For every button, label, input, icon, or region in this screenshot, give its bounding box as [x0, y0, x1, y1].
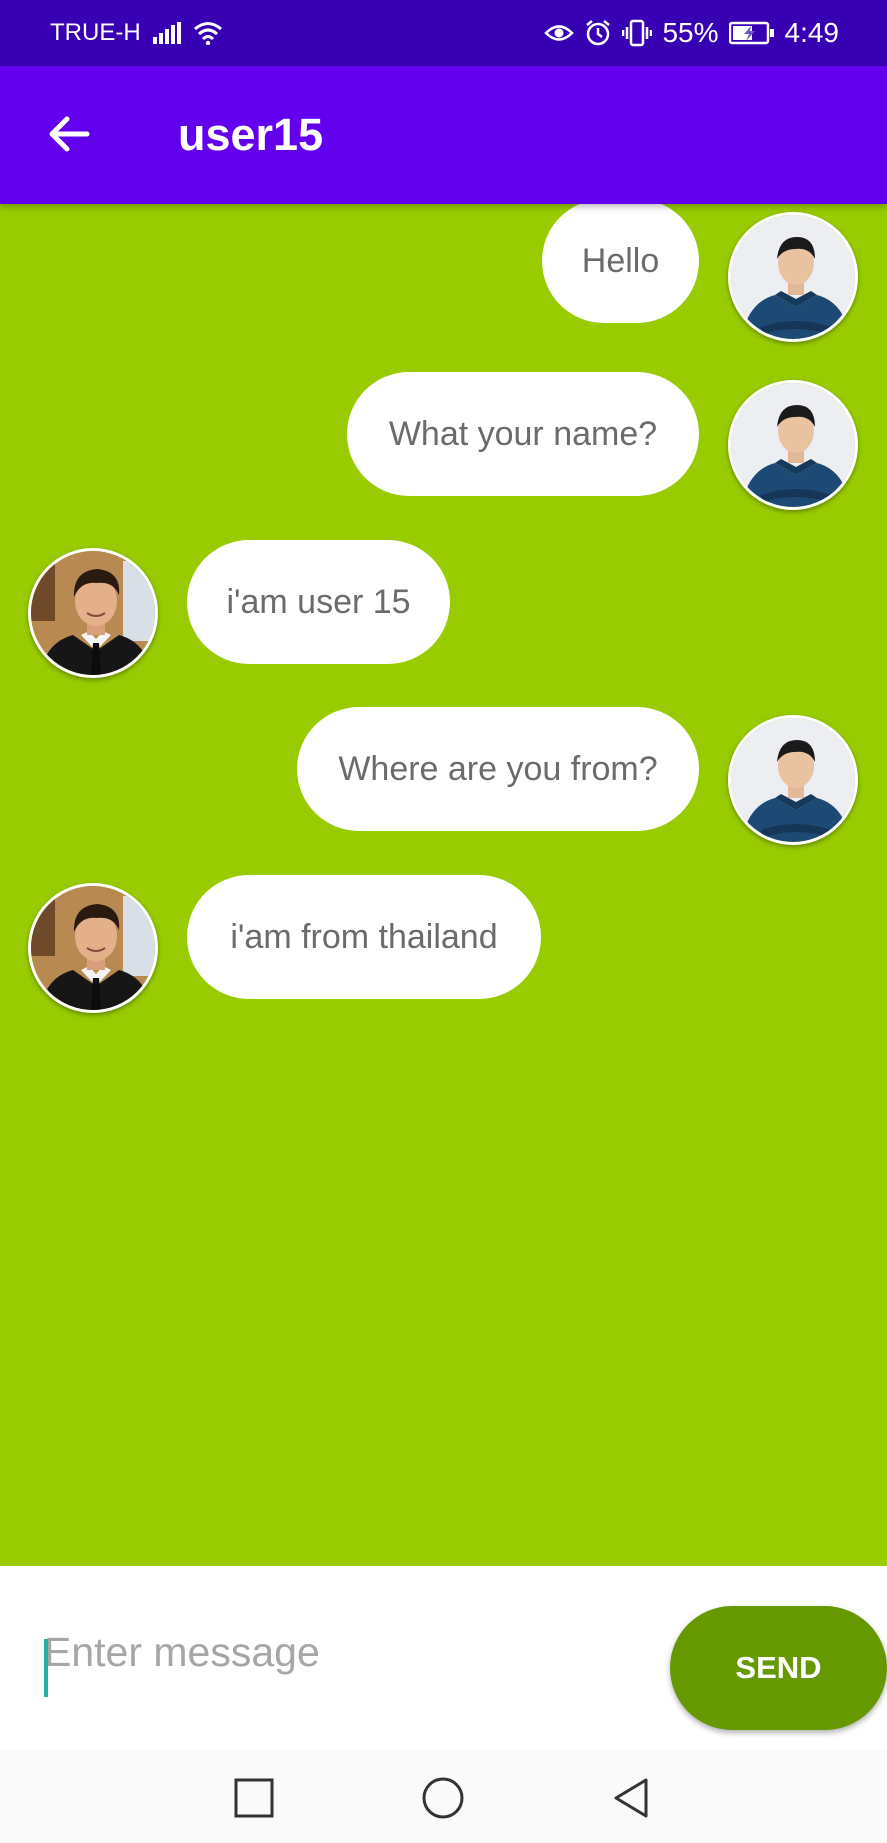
carrier-label: TRUE-H	[50, 19, 141, 46]
text-cursor	[44, 1639, 48, 1697]
message-text: Hello	[581, 241, 660, 280]
message-text: Where are you from?	[338, 749, 658, 788]
status-bar: TRUE-H 55% 4:49	[0, 0, 887, 66]
status-left: TRUE-H	[50, 19, 223, 47]
avatar-other[interactable]	[28, 883, 158, 1013]
battery-percent: 55%	[662, 17, 719, 48]
send-button[interactable]: SEND	[670, 1606, 887, 1730]
square-recents-icon[interactable]	[233, 1777, 275, 1819]
chat-title: user15	[178, 109, 324, 160]
signal-icon	[152, 22, 181, 44]
system-nav-bar	[0, 1751, 887, 1843]
message-input[interactable]	[44, 1618, 604, 1686]
message-text: i'am from thailand	[230, 917, 498, 956]
arrow-left-icon	[49, 116, 90, 152]
eye-icon	[544, 22, 575, 44]
message-bubble: i'am from thailand	[187, 875, 541, 999]
vibrate-icon	[622, 19, 653, 47]
avatar-me[interactable]	[728, 380, 858, 510]
message-composer: SEND	[0, 1566, 887, 1751]
back-button[interactable]	[38, 106, 100, 162]
circle-home-icon[interactable]	[422, 1777, 464, 1819]
status-right: 55% 4:49	[544, 17, 839, 49]
battery-charging-icon	[728, 21, 775, 45]
message-bubble: Where are you from?	[297, 707, 699, 831]
message-text: i'am user 15	[226, 582, 411, 621]
wifi-icon	[193, 21, 223, 45]
chat-message-list[interactable]: Hello What your name? i'am user 15 Where…	[0, 204, 887, 1566]
clock-time: 4:49	[784, 17, 840, 48]
alarm-icon	[584, 19, 612, 47]
message-bubble: Hello	[542, 204, 699, 323]
avatar-me[interactable]	[728, 212, 858, 342]
avatar-other[interactable]	[28, 548, 158, 678]
triangle-back-icon[interactable]	[610, 1777, 652, 1819]
app-bar: user15	[0, 66, 887, 204]
message-bubble: What your name?	[347, 372, 699, 496]
message-bubble: i'am user 15	[187, 540, 450, 664]
message-text: What your name?	[388, 414, 658, 453]
avatar-me[interactable]	[728, 715, 858, 845]
